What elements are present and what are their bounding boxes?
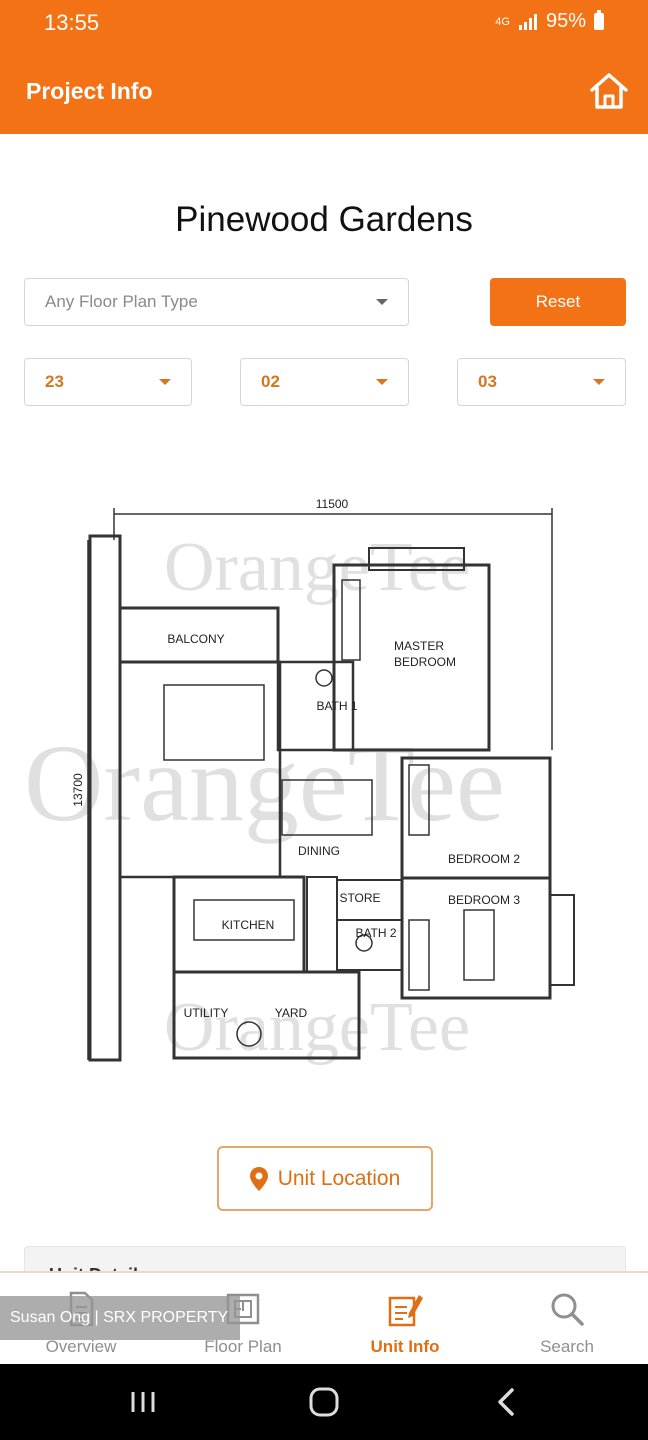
status-time: 13:55 xyxy=(44,10,100,35)
room-label-bedroom3: BEDROOM 3 xyxy=(448,893,520,907)
room-label-master-bedroom: MASTER xyxy=(394,639,444,653)
room-label-bedroom2: BEDROOM 2 xyxy=(448,852,520,866)
status-indicators: 4G 95% xyxy=(495,10,604,33)
battery-icon xyxy=(594,10,604,30)
project-name: Pinewood Gardens xyxy=(175,200,473,239)
location-pin-icon xyxy=(249,1166,268,1191)
chevron-down-icon xyxy=(159,379,171,385)
agent-watermark: Susan Ong | SRX PROPERTY xyxy=(0,1296,240,1340)
block-select-value: 23 xyxy=(45,372,64,391)
signal-icon xyxy=(518,13,537,30)
floor-select[interactable]: 02 xyxy=(240,358,409,406)
room-label-yard: YARD xyxy=(275,1006,308,1020)
dimension-width-label: 11500 xyxy=(316,497,349,511)
unit-select[interactable]: 03 xyxy=(457,358,626,406)
battery-percent: 95% xyxy=(545,10,586,32)
room-label-balcony: BALCONY xyxy=(167,632,224,646)
floor-select-value: 02 xyxy=(261,372,280,391)
system-home-icon[interactable] xyxy=(302,1380,346,1424)
nav-label: Overview xyxy=(45,1337,117,1356)
floor-plan-type-select[interactable]: Any Floor Plan Type xyxy=(24,278,409,326)
nav-item-search[interactable]: Search xyxy=(486,1273,648,1366)
reset-button[interactable]: Reset xyxy=(490,278,626,326)
page-title: Project Info xyxy=(26,78,153,104)
chevron-down-icon xyxy=(593,379,605,385)
unit-location-button[interactable]: Unit Location xyxy=(217,1146,433,1211)
room-label-utility: UTILITY xyxy=(184,1006,229,1020)
app-bar: Project Info xyxy=(0,48,648,134)
nav-label: Unit Info xyxy=(370,1337,440,1356)
block-select[interactable]: 23 xyxy=(24,358,192,406)
room-label-bath1: BATH 1 xyxy=(316,699,357,713)
nav-item-unit-info[interactable]: Unit Info xyxy=(324,1273,486,1366)
nav-label: Floor Plan xyxy=(204,1337,282,1356)
unit-select-value: 03 xyxy=(478,372,497,391)
search-icon xyxy=(551,1293,584,1326)
room-label-store: STORE xyxy=(339,891,380,905)
floor-plan-image: OrangeTee OrangeTee OrangeTee 11500 1370… xyxy=(24,497,575,1066)
network-type: 4G xyxy=(495,15,510,28)
watermark-text: OrangeTee xyxy=(164,989,470,1066)
floor-plan-type-value: Any Floor Plan Type xyxy=(45,292,198,311)
room-label-bath2: BATH 2 xyxy=(355,926,396,940)
chevron-down-icon xyxy=(376,299,388,305)
dimension-height-label: 13700 xyxy=(71,773,85,807)
chevron-down-icon xyxy=(376,379,388,385)
recent-apps-icon[interactable] xyxy=(121,1380,165,1424)
watermark-text: OrangeTee xyxy=(164,529,470,606)
room-label-master-bedroom: BEDROOM xyxy=(394,655,456,669)
unit-info-icon xyxy=(388,1295,423,1327)
unit-location-label: Unit Location xyxy=(277,1166,401,1190)
status-bar: 13:55 4G 95% xyxy=(0,0,648,48)
nav-label: Search xyxy=(540,1337,594,1356)
room-label-dining: DINING xyxy=(298,844,340,858)
system-nav-bar xyxy=(0,1364,648,1440)
home-icon[interactable] xyxy=(588,70,630,112)
back-icon[interactable] xyxy=(484,1380,528,1424)
room-label-kitchen: KITCHEN xyxy=(222,918,275,932)
